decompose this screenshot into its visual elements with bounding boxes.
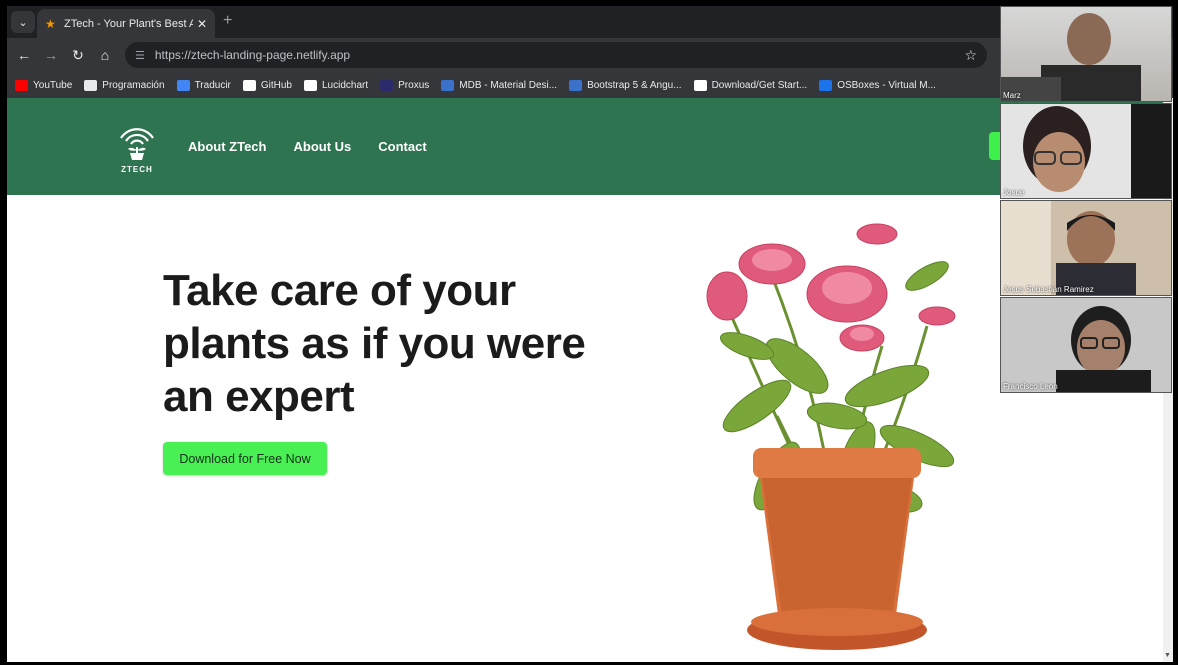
logo-text: ZTECH bbox=[121, 165, 153, 174]
site-header: ZTECH About ZTech About Us Contact bbox=[7, 98, 1163, 195]
video-tile-3[interactable]: Jesus Sebastian Ramirez bbox=[1000, 200, 1172, 296]
bookmark-item[interactable]: GitHub bbox=[242, 79, 292, 91]
participant-name: Marz bbox=[1003, 91, 1021, 100]
bookmark-item[interactable]: OSBoxes - Virtual M... bbox=[819, 79, 936, 91]
mdb-icon bbox=[569, 79, 583, 91]
nav-about-ztech[interactable]: About ZTech bbox=[188, 139, 266, 154]
video-tile-4[interactable]: Francisco Leon bbox=[1000, 297, 1172, 393]
bookmark-star-icon[interactable]: ☆ bbox=[964, 47, 977, 64]
site-nav: About ZTech About Us Contact bbox=[188, 139, 427, 154]
home-icon[interactable]: ⌂ bbox=[96, 46, 114, 64]
bookmark-label: Lucidchart bbox=[322, 79, 369, 91]
video-tile-1[interactable]: Marz bbox=[1000, 6, 1172, 102]
back-arrow-icon[interactable]: ← bbox=[15, 46, 33, 64]
participant-name: Josue bbox=[1003, 188, 1025, 197]
participant-video bbox=[1056, 306, 1151, 392]
bookmark-item[interactable]: Lucidchart bbox=[304, 79, 369, 91]
bookmark-item[interactable]: Bootstrap 5 & Angu... bbox=[569, 79, 682, 91]
youtube-icon bbox=[15, 79, 28, 91]
bookmark-label: OSBoxes - Virtual M... bbox=[837, 79, 936, 91]
participant-video bbox=[1023, 104, 1171, 198]
bookmark-label: YouTube bbox=[33, 79, 73, 91]
scroll-down-arrow-icon[interactable]: ▼ bbox=[1164, 652, 1172, 660]
mdb-icon bbox=[441, 79, 455, 91]
potted-flower-image bbox=[706, 223, 956, 650]
osboxes-icon bbox=[819, 79, 833, 91]
ztech-logo[interactable]: ZTECH bbox=[115, 120, 159, 176]
bookmark-label: Bootstrap 5 & Angu... bbox=[587, 79, 682, 91]
site-info-icon[interactable]: ☰ bbox=[135, 49, 145, 62]
tab-strip: ⌄ ★ ZTech - Your Plant's Best Ally ✕ + bbox=[7, 6, 1173, 38]
bookmark-item[interactable]: Download/Get Start... bbox=[693, 79, 808, 91]
browser-tab-active[interactable]: ★ ZTech - Your Plant's Best Ally ✕ bbox=[37, 9, 215, 38]
browser-toolbar: ← → ↻ ⌂ ☰ https://ztech-landing-page.net… bbox=[7, 38, 1173, 72]
reload-icon[interactable]: ↻ bbox=[69, 46, 87, 64]
github-icon bbox=[242, 79, 256, 91]
bookmark-item[interactable]: Proxus bbox=[380, 79, 430, 91]
hero-title: Take care of your plants as if you were … bbox=[163, 266, 586, 421]
bookmark-label: GitHub bbox=[260, 79, 292, 91]
tab-search-button[interactable]: ⌄ bbox=[11, 11, 35, 33]
tab-title: ZTech - Your Plant's Best Ally bbox=[64, 17, 193, 30]
chevron-down-icon: ⌄ bbox=[18, 16, 28, 29]
page-viewport: ZTECH About ZTech About Us Contact Take … bbox=[7, 98, 1163, 662]
url-text[interactable]: https://ztech-landing-page.netlify.app bbox=[155, 48, 965, 62]
nav-contact[interactable]: Contact bbox=[378, 139, 426, 154]
lucidchart-icon bbox=[304, 79, 317, 91]
participant-video bbox=[1001, 13, 1141, 101]
bookmark-label: Traducir bbox=[194, 79, 231, 91]
bookmark-item[interactable]: YouTube bbox=[15, 79, 73, 91]
proxus-icon bbox=[380, 79, 394, 91]
forward-arrow-icon[interactable]: → bbox=[42, 46, 60, 64]
bookmark-item[interactable]: Traducir bbox=[176, 79, 231, 91]
bookmark-label: Programación bbox=[102, 79, 165, 91]
logo-plant-wifi-icon bbox=[120, 128, 154, 160]
download-button[interactable]: Download for Free Now bbox=[163, 442, 327, 475]
bookmark-label: Proxus bbox=[398, 79, 430, 91]
nav-about-us[interactable]: About Us bbox=[293, 139, 351, 154]
participant-video bbox=[1001, 201, 1136, 295]
translate-icon bbox=[176, 79, 190, 91]
bookmarks-bar: YouTube Programación Traducir GitHub Lucidch… bbox=[7, 72, 1173, 98]
bookmark-item[interactable]: Programación bbox=[84, 79, 165, 91]
participant-name: Jesus Sebastian Ramirez bbox=[1003, 285, 1094, 294]
bookmark-item[interactable]: MDB - Material Desi... bbox=[441, 79, 558, 91]
video-tile-2[interactable]: Josue bbox=[1000, 103, 1172, 199]
folder-icon bbox=[84, 79, 98, 91]
participant-name: Francisco Leon bbox=[1003, 382, 1058, 391]
new-tab-button[interactable]: + bbox=[223, 12, 232, 30]
medium-icon bbox=[693, 79, 707, 91]
bookmark-label: Download/Get Start... bbox=[711, 79, 808, 91]
bookmark-label: MDB - Material Desi... bbox=[459, 79, 558, 91]
address-bar[interactable]: ☰ https://ztech-landing-page.netlify.app… bbox=[125, 42, 987, 68]
close-tab-icon[interactable]: ✕ bbox=[197, 17, 207, 31]
star-favicon-icon: ★ bbox=[45, 16, 56, 31]
